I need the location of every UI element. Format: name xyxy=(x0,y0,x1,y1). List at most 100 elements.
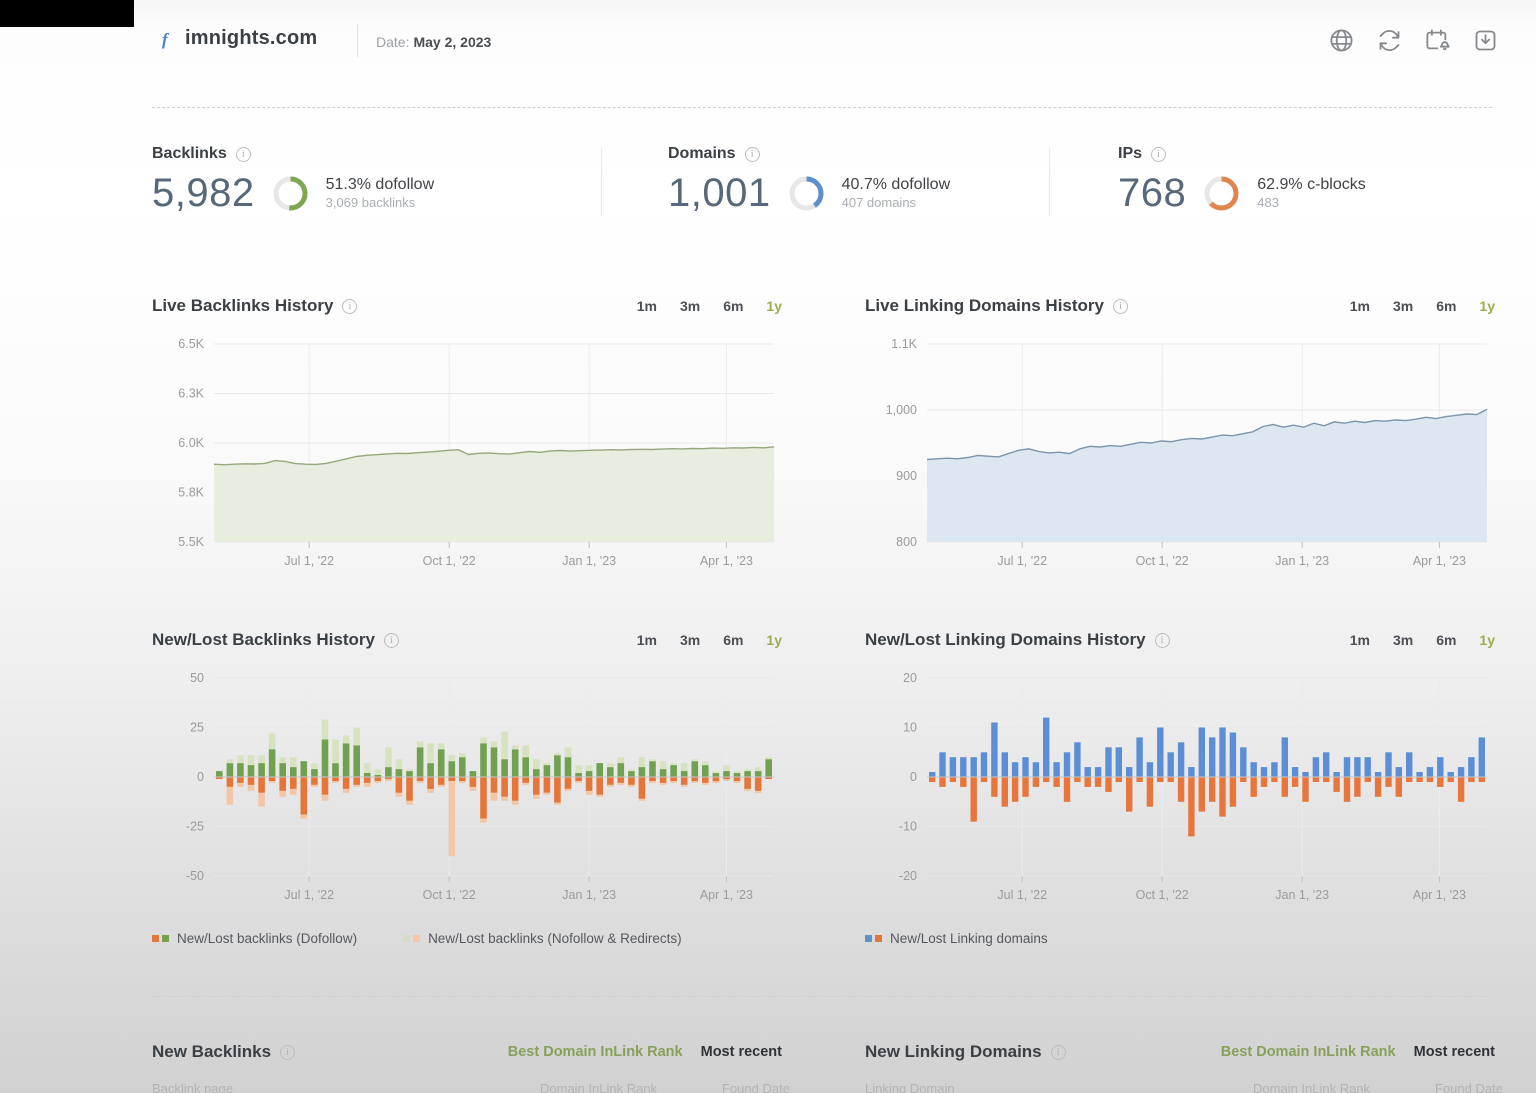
card-head-live-domains: Live Linking Domains History 1m 3m 6m 1y xyxy=(865,296,1495,316)
card-head-newlost-backlinks: New/Lost Backlinks History 1m 3m 6m 1y xyxy=(152,630,782,650)
range-1m[interactable]: 1m xyxy=(637,632,657,648)
live-backlinks-chart[interactable]: 6.5K6.3K6.0K5.8K5.5KJul 1, '22Oct 1, '22… xyxy=(152,330,792,592)
live-domains-chart[interactable]: 1.1K1,000900800Jul 1, '22Oct 1, '22Jan 1… xyxy=(865,330,1505,592)
newlost-backlinks-chart[interactable]: 50250-25-50Jul 1, '22Oct 1, '22Jan 1, '2… xyxy=(152,664,792,926)
stat-label: IPs xyxy=(1118,145,1142,163)
stat-sub: 407 domains xyxy=(842,195,951,212)
date-label: Date: xyxy=(376,34,409,50)
sort-tab-best-inlink-rank[interactable]: Best Domain InLink Rank xyxy=(1221,1044,1396,1060)
legend-item: New/Lost Linking domains xyxy=(865,931,1048,946)
range-6m[interactable]: 6m xyxy=(723,298,743,314)
calendar-alert-icon[interactable] xyxy=(1424,27,1451,54)
legend-label: New/Lost backlinks (Dofollow) xyxy=(177,931,357,946)
svg-text:5.8K: 5.8K xyxy=(178,486,204,500)
sort-tab-most-recent[interactable]: Most recent xyxy=(1414,1044,1495,1060)
range-3m[interactable]: 3m xyxy=(680,632,700,648)
range-1y[interactable]: 1y xyxy=(1479,298,1495,314)
svg-text:0: 0 xyxy=(910,770,917,784)
range-6m[interactable]: 6m xyxy=(1436,298,1456,314)
chart-title: Live Linking Domains History xyxy=(865,296,1104,316)
svg-text:-25: -25 xyxy=(186,820,204,834)
svg-text:20: 20 xyxy=(903,671,917,685)
svg-text:0: 0 xyxy=(197,770,204,784)
svg-text:Oct 1, '22: Oct 1, '22 xyxy=(1136,888,1189,902)
info-icon[interactable] xyxy=(1151,147,1166,162)
column-header: Domain InLink Rank xyxy=(1253,1081,1370,1093)
domains-legend: New/Lost Linking domains xyxy=(865,931,1048,946)
info-icon[interactable] xyxy=(384,633,399,648)
column-header: Backlink page xyxy=(152,1081,233,1093)
info-icon[interactable] xyxy=(745,147,760,162)
svg-text:6.0K: 6.0K xyxy=(178,436,204,450)
stat-ips: IPs 768 62.9% c-blocks 483 xyxy=(1118,145,1366,216)
range-6m[interactable]: 6m xyxy=(723,632,743,648)
range-selector: 1m 3m 6m 1y xyxy=(1350,298,1495,314)
legend-swatch xyxy=(875,935,882,942)
download-icon[interactable] xyxy=(1472,27,1499,54)
legend-swatch xyxy=(865,935,872,942)
chart-title: New/Lost Linking Domains History xyxy=(865,630,1146,650)
stats-divider xyxy=(1049,148,1050,216)
refresh-icon[interactable] xyxy=(1376,27,1403,54)
stats-divider xyxy=(601,148,602,216)
new-backlinks-section: New Backlinks Best Domain InLink Rank Mo… xyxy=(152,1042,782,1062)
svg-text:5.5K: 5.5K xyxy=(178,535,204,549)
separator-dashed xyxy=(152,107,1492,108)
range-1m[interactable]: 1m xyxy=(637,298,657,314)
new-linking-domains-section: New Linking Domains Best Domain InLink R… xyxy=(865,1042,1495,1062)
svg-text:-10: -10 xyxy=(899,820,917,834)
stat-backlinks: Backlinks 5,982 51.3% dofollow 3,069 bac… xyxy=(152,145,434,216)
legend-swatch xyxy=(403,935,410,942)
redaction-artifact xyxy=(0,0,134,27)
info-icon[interactable] xyxy=(1051,1045,1066,1060)
stat-label: Domains xyxy=(668,145,736,163)
svg-text:-20: -20 xyxy=(899,869,917,883)
stat-sub: 483 xyxy=(1257,195,1366,212)
svg-text:Apr 1, '23: Apr 1, '23 xyxy=(700,554,753,568)
column-header: Linking Domain xyxy=(865,1081,955,1093)
svg-text:Jan 1, '23: Jan 1, '23 xyxy=(562,554,616,568)
range-1y[interactable]: 1y xyxy=(766,298,782,314)
range-1y[interactable]: 1y xyxy=(766,632,782,648)
info-icon[interactable] xyxy=(1155,633,1170,648)
svg-text:25: 25 xyxy=(190,721,204,735)
legend-swatch xyxy=(413,935,420,942)
legend-label: New/Lost Linking domains xyxy=(890,931,1048,946)
card-head-newlost-domains: New/Lost Linking Domains History 1m 3m 6… xyxy=(865,630,1495,650)
range-3m[interactable]: 3m xyxy=(1393,632,1413,648)
svg-text:6.5K: 6.5K xyxy=(178,337,204,351)
stat-percent: 40.7% dofollow xyxy=(842,175,951,196)
column-header: Found Date xyxy=(1435,1081,1503,1093)
stat-percent: 62.9% c-blocks xyxy=(1257,175,1366,196)
newlost-domains-chart[interactable]: 20100-10-20Jul 1, '22Oct 1, '22Jan 1, '2… xyxy=(865,664,1505,926)
sort-tab-most-recent[interactable]: Most recent xyxy=(701,1044,782,1060)
legend-item: New/Lost backlinks (Dofollow) xyxy=(152,931,357,946)
chart-title: Live Backlinks History xyxy=(152,296,333,316)
stat-value: 5,982 xyxy=(152,171,255,216)
svg-text:900: 900 xyxy=(896,469,917,483)
range-1m[interactable]: 1m xyxy=(1350,632,1370,648)
svg-text:Apr 1, '23: Apr 1, '23 xyxy=(1413,554,1466,568)
sort-tab-best-inlink-rank[interactable]: Best Domain InLink Rank xyxy=(508,1044,683,1060)
section-title: New Linking Domains xyxy=(865,1042,1042,1062)
svg-text:10: 10 xyxy=(903,721,917,735)
info-icon[interactable] xyxy=(342,299,357,314)
site-domain: imnights.com xyxy=(185,27,317,50)
range-3m[interactable]: 3m xyxy=(680,298,700,314)
cblocks-donut xyxy=(1203,175,1240,212)
range-1m[interactable]: 1m xyxy=(1350,298,1370,314)
svg-text:Apr 1, '23: Apr 1, '23 xyxy=(1413,888,1466,902)
backlinks-table-header: Backlink page Domain InLink Rank Found D… xyxy=(152,1081,792,1093)
range-6m[interactable]: 6m xyxy=(1436,632,1456,648)
info-icon[interactable] xyxy=(236,147,251,162)
info-icon[interactable] xyxy=(280,1045,295,1060)
svg-text:50: 50 xyxy=(190,671,204,685)
range-3m[interactable]: 3m xyxy=(1393,298,1413,314)
svg-text:-50: -50 xyxy=(186,869,204,883)
info-icon[interactable] xyxy=(1113,299,1128,314)
column-header: Domain InLink Rank xyxy=(540,1081,657,1093)
range-1y[interactable]: 1y xyxy=(1479,632,1495,648)
svg-text:800: 800 xyxy=(896,535,917,549)
globe-icon[interactable] xyxy=(1328,27,1355,54)
backlinks-legend: New/Lost backlinks (Dofollow)New/Lost ba… xyxy=(152,931,682,946)
